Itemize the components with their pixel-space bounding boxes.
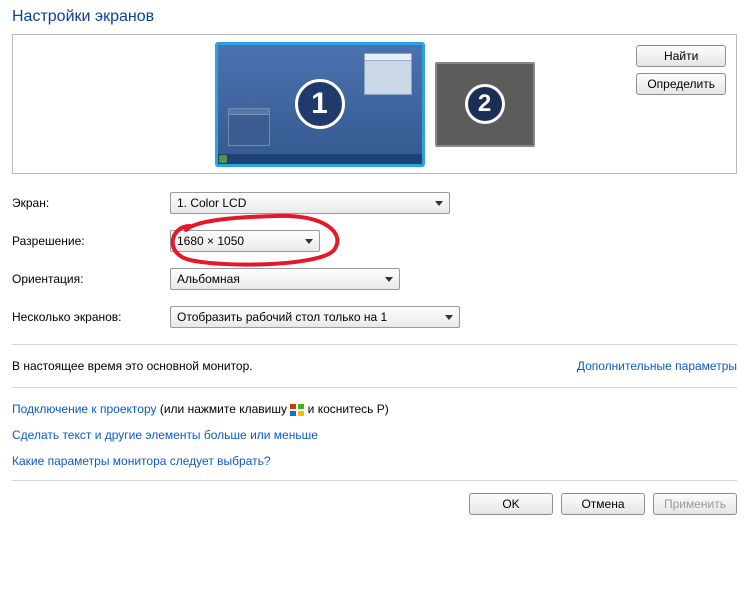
text-size-link[interactable]: Сделать текст и другие элементы больше и…	[12, 428, 318, 442]
monitor-2[interactable]: 2	[435, 62, 535, 147]
multi-label: Несколько экранов:	[12, 310, 170, 324]
chevron-down-icon	[445, 315, 453, 320]
primary-monitor-status: В настоящее время это основной монитор.	[12, 359, 253, 373]
resolution-select-value: 1680 × 1050	[177, 234, 244, 248]
resolution-select[interactable]: 1680 × 1050	[170, 230, 320, 252]
which-settings-link[interactable]: Какие параметры монитора следует выбрать…	[12, 454, 271, 468]
screen-label: Экран:	[12, 196, 170, 210]
advanced-settings-link[interactable]: Дополнительные параметры	[577, 359, 737, 373]
multiple-displays-value: Отобразить рабочий стол только на 1	[177, 310, 387, 324]
chevron-down-icon	[305, 239, 313, 244]
monitor-number-badge: 2	[465, 84, 505, 124]
orientation-select[interactable]: Альбомная	[170, 268, 400, 290]
find-button[interactable]: Найти	[636, 45, 726, 67]
resolution-label: Разрешение:	[12, 234, 170, 248]
ok-button[interactable]: OK	[469, 493, 553, 515]
monitor-arrangement-area[interactable]: 1 2 Найти Определить	[12, 34, 737, 174]
windows-key-icon	[290, 404, 304, 416]
screen-select[interactable]: 1. Color LCD	[170, 192, 450, 214]
identify-button[interactable]: Определить	[636, 73, 726, 95]
divider	[12, 344, 737, 345]
monitor-number-badge: 1	[295, 79, 345, 129]
projector-hint-pre: (или нажмите клавишу	[157, 402, 291, 416]
apply-button[interactable]: Применить	[653, 493, 737, 515]
chevron-down-icon	[385, 277, 393, 282]
screen-select-value: 1. Color LCD	[177, 196, 246, 210]
projector-hint-post: и коснитесь P)	[304, 402, 388, 416]
orientation-select-value: Альбомная	[177, 272, 240, 286]
chevron-down-icon	[435, 201, 443, 206]
page-title: Настройки экранов	[12, 8, 737, 26]
divider	[12, 387, 737, 388]
decorative-taskbar	[218, 154, 422, 164]
multiple-displays-select[interactable]: Отобразить рабочий стол только на 1	[170, 306, 460, 328]
cancel-button[interactable]: Отмена	[561, 493, 645, 515]
orientation-label: Ориентация:	[12, 272, 170, 286]
decorative-window	[228, 108, 270, 146]
monitor-1[interactable]: 1	[215, 42, 425, 167]
decorative-window	[364, 53, 412, 95]
projector-link[interactable]: Подключение к проектору	[12, 402, 157, 416]
